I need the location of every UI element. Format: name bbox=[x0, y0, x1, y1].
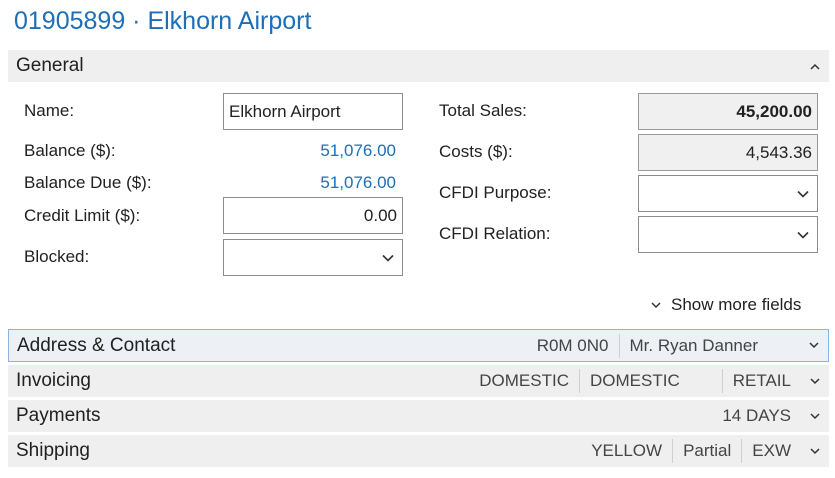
total-sales-value: 45,200.00 bbox=[736, 101, 812, 121]
summary-location: YELLOW bbox=[591, 441, 663, 460]
balance-due-value-link[interactable]: 51,076.00 bbox=[250, 173, 396, 193]
summary-gen-bus-posting-group: DOMESTIC bbox=[579, 369, 690, 393]
invoicing-summary: DOMESTIC DOMESTIC RETAIL bbox=[469, 369, 801, 393]
balance-label: Balance ($): bbox=[24, 141, 116, 160]
page-title: 01905899 · Elkhorn Airport bbox=[14, 7, 312, 35]
section-general-header[interactable]: General bbox=[8, 50, 829, 82]
section-payments-header[interactable]: Payments 14 DAYS bbox=[8, 400, 829, 432]
credit-limit-field[interactable]: 0.00 bbox=[223, 197, 403, 234]
summary-contact: Mr. Ryan Danner bbox=[618, 333, 769, 358]
section-shipping-title: Shipping bbox=[16, 440, 90, 461]
blocked-select[interactable] bbox=[223, 239, 403, 276]
chevron-down-icon[interactable] bbox=[800, 342, 828, 349]
costs-field: 4,543.36 bbox=[638, 134, 818, 171]
show-more-fields-label: Show more fields bbox=[671, 295, 802, 314]
cfdi-purpose-select[interactable] bbox=[638, 175, 818, 212]
chevron-down-icon[interactable] bbox=[801, 447, 829, 455]
chevron-down-icon bbox=[651, 301, 661, 309]
blocked-label: Blocked: bbox=[24, 247, 90, 266]
cfdi-relation-select[interactable] bbox=[638, 216, 818, 253]
payments-summary: 14 DAYS bbox=[712, 404, 801, 428]
address-contact-summary: R0M 0N0 Mr. Ryan Danner bbox=[527, 333, 800, 358]
shipping-summary: YELLOW Partial EXW bbox=[581, 439, 801, 463]
cfdi-purpose-label: CFDI Purpose: bbox=[439, 183, 552, 202]
cfdi-relation-label: CFDI Relation: bbox=[439, 224, 551, 243]
balance-value-link[interactable]: 51,076.00 bbox=[250, 141, 396, 161]
summary-price-group: RETAIL bbox=[721, 369, 801, 393]
show-more-fields-link[interactable]: Show more fields bbox=[651, 295, 801, 315]
name-field[interactable]: Elkhorn Airport bbox=[223, 93, 403, 130]
chevron-down-icon[interactable] bbox=[801, 377, 829, 385]
chevron-down-icon[interactable] bbox=[801, 412, 829, 420]
summary-post-code: R0M 0N0 bbox=[536, 335, 609, 355]
section-general-title: General bbox=[16, 55, 84, 76]
section-invoicing-header[interactable]: Invoicing DOMESTIC DOMESTIC RETAIL bbox=[8, 365, 829, 397]
chevron-down-icon bbox=[382, 254, 397, 262]
summary-payment-terms: 14 DAYS bbox=[722, 406, 791, 425]
summary-shipping-advice: Partial bbox=[672, 439, 741, 463]
summary-customer-posting-group: DOMESTIC bbox=[479, 371, 569, 390]
section-payments-title: Payments bbox=[16, 405, 101, 426]
section-address-contact-header[interactable]: Address & Contact R0M 0N0 Mr. Ryan Danne… bbox=[8, 329, 829, 362]
name-value: Elkhorn Airport bbox=[229, 101, 341, 121]
summary-shipment-method: EXW bbox=[741, 439, 801, 463]
total-sales-label: Total Sales: bbox=[439, 101, 527, 120]
section-address-contact-title: Address & Contact bbox=[17, 334, 176, 356]
section-invoicing-title: Invoicing bbox=[16, 370, 91, 391]
chevron-down-icon bbox=[797, 190, 812, 198]
name-label: Name: bbox=[24, 101, 75, 120]
credit-limit-label: Credit Limit ($): bbox=[24, 206, 141, 225]
chevron-up-icon[interactable] bbox=[801, 63, 829, 70]
section-shipping-header[interactable]: Shipping YELLOW Partial EXW bbox=[8, 435, 829, 467]
credit-limit-value: 0.00 bbox=[363, 205, 397, 225]
balance-due-label: Balance Due ($): bbox=[24, 173, 152, 192]
costs-value: 4,543.36 bbox=[745, 142, 812, 162]
total-sales-field: 45,200.00 bbox=[638, 93, 818, 130]
chevron-down-icon bbox=[797, 231, 812, 239]
costs-label: Costs ($): bbox=[439, 142, 513, 161]
